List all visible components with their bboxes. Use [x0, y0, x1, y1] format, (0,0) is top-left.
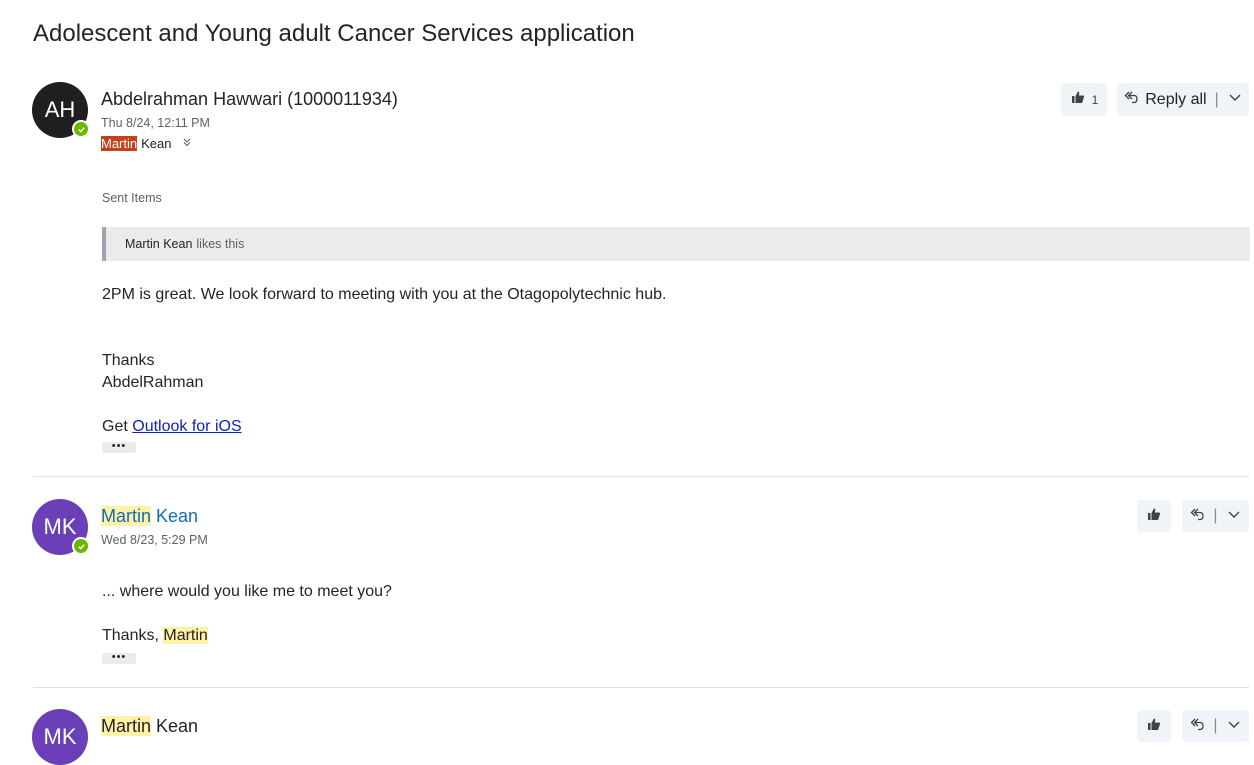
divider-bar: |	[1213, 507, 1218, 524]
chevron-down-icon[interactable]	[1226, 716, 1242, 737]
like-button[interactable]	[1137, 500, 1171, 532]
avatar-initials: MK	[43, 514, 77, 539]
chevron-down-icon[interactable]	[1227, 89, 1243, 110]
message-body-line: 2PM is great. We look forward to meeting…	[102, 286, 667, 303]
sender-last-name: Kean	[156, 716, 199, 736]
reply-all-icon	[1123, 89, 1139, 110]
likes-suffix: likes this	[196, 237, 245, 251]
thanks-prefix: Thanks,	[102, 627, 159, 644]
reply-all-button[interactable]: |	[1182, 500, 1249, 532]
sender-first-name: Martin	[101, 506, 152, 526]
message-divider	[33, 476, 1249, 477]
chevron-down-icon[interactable]	[1226, 506, 1242, 527]
recipient-list[interactable]: Martin Kean	[101, 136, 192, 151]
message-thanks: Thanks	[102, 352, 155, 369]
outlook-ios-link[interactable]: Outlook for iOS	[132, 418, 241, 435]
sender-first-name: Martin	[101, 716, 152, 736]
avatar-initials: MK	[43, 724, 77, 749]
message-footer: Get Outlook for iOS	[102, 416, 242, 438]
divider-bar: |	[1214, 90, 1219, 108]
folder-label: Sent Items	[102, 191, 162, 205]
thumbs-up-icon	[1070, 89, 1086, 110]
likes-name[interactable]: Martin Kean	[125, 237, 192, 251]
show-more-button[interactable]: •••	[102, 441, 136, 453]
avatar[interactable]: AH	[32, 82, 90, 138]
reply-all-button[interactable]: |	[1182, 710, 1249, 742]
thumbs-up-icon	[1146, 716, 1162, 737]
reply-all-button[interactable]: Reply all |	[1117, 83, 1249, 116]
message-thanks: Thanks, Martin	[102, 625, 208, 647]
thanks-name: Martin	[163, 627, 208, 644]
avatar-initials: AH	[44, 97, 76, 122]
message-body-line: ... where would you like me to meet you?	[102, 583, 392, 600]
reply-all-icon	[1189, 716, 1205, 737]
sender-name[interactable]: Martin Kean	[101, 506, 198, 527]
sender-last-name: Kean	[156, 506, 199, 526]
message-date: Thu 8/24, 12:11 PM	[101, 116, 210, 130]
message-signature: AbdelRahman	[102, 374, 204, 391]
presence-available-icon	[72, 537, 90, 555]
divider-bar: |	[1213, 717, 1218, 734]
like-count: 1	[1091, 92, 1099, 107]
sender-name[interactable]: Abdelrahman Hawwari (1000011934)	[101, 89, 398, 110]
like-button[interactable]: 1	[1061, 83, 1107, 116]
message-date: Wed 8/23, 5:29 PM	[101, 533, 208, 547]
message-divider	[33, 687, 1249, 688]
footer-get-label: Get	[102, 418, 128, 435]
sender-name[interactable]: Martin Kean	[101, 716, 198, 737]
reply-all-label: Reply all	[1145, 90, 1207, 108]
recipient-last-name: Kean	[141, 136, 172, 151]
likes-banner: Martin Kean likes this	[102, 227, 1250, 261]
presence-available-icon	[72, 120, 90, 138]
like-button[interactable]	[1137, 710, 1171, 742]
thread-subject: Adolescent and Young adult Cancer Servic…	[33, 20, 635, 47]
recipient-first-name: Martin	[101, 136, 138, 151]
reply-all-icon	[1189, 506, 1205, 527]
avatar[interactable]: MK	[32, 499, 90, 555]
thumbs-up-icon	[1146, 506, 1162, 527]
expand-recipients-icon[interactable]	[182, 137, 192, 150]
avatar[interactable]: MK	[32, 709, 88, 765]
show-more-button[interactable]: •••	[102, 652, 136, 664]
